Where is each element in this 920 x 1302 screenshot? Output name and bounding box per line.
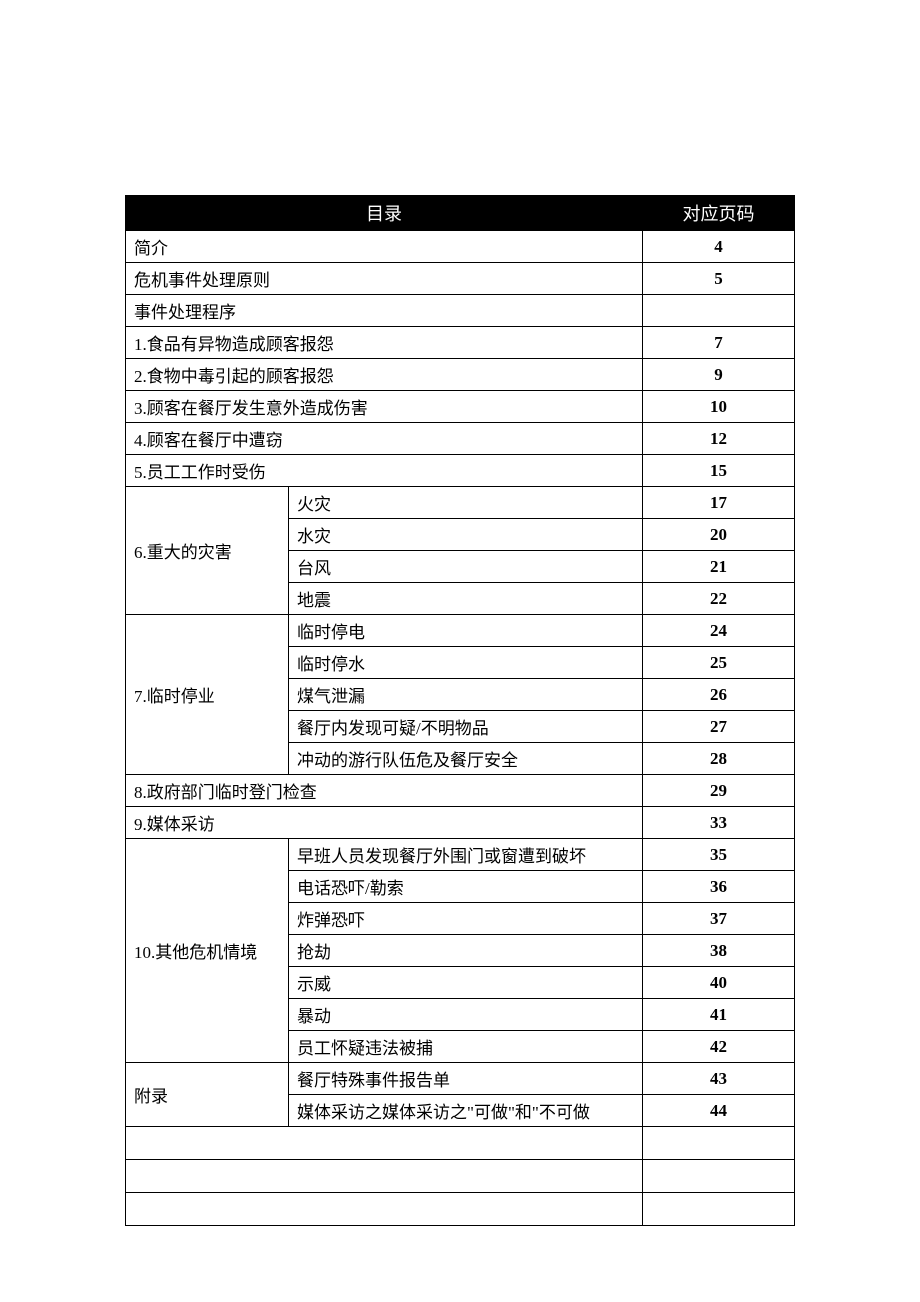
toc-label: 3.顾客在餐厅发生意外造成伤害 (126, 391, 643, 423)
toc-label: 2.食物中毒引起的顾客报怨 (126, 359, 643, 391)
toc-group-label: 6.重大的灾害 (126, 487, 289, 615)
toc-sub-label: 水灾 (289, 519, 643, 551)
toc-row (126, 1160, 795, 1193)
toc-label: 8.政府部门临时登门检查 (126, 775, 643, 807)
toc-sub-label: 电话恐吓/勒索 (289, 871, 643, 903)
toc-row: 事件处理程序 (126, 295, 795, 327)
toc-sub-label: 冲动的游行队伍危及餐厅安全 (289, 743, 643, 775)
toc-page: 37 (643, 903, 795, 935)
toc-page: 38 (643, 935, 795, 967)
toc-sub-label: 示威 (289, 967, 643, 999)
toc-group-label: 附录 (126, 1063, 289, 1127)
toc-empty-cell (126, 1127, 643, 1160)
toc-page (643, 295, 795, 327)
toc-body: 简介4危机事件处理原则5事件处理程序1.食品有异物造成顾客报怨72.食物中毒引起… (126, 231, 795, 1226)
toc-sub-label: 员工怀疑违法被捕 (289, 1031, 643, 1063)
toc-page: 41 (643, 999, 795, 1031)
toc-row: 8.政府部门临时登门检查29 (126, 775, 795, 807)
toc-page: 15 (643, 455, 795, 487)
toc-page: 7 (643, 327, 795, 359)
toc-row: 10.其他危机情境早班人员发现餐厅外围门或窗遭到破坏35 (126, 839, 795, 871)
toc-page: 40 (643, 967, 795, 999)
toc-row (126, 1193, 795, 1226)
toc-empty-cell (126, 1193, 643, 1226)
toc-sub-label: 媒体采访之媒体采访之"可做"和"不可做 (289, 1095, 643, 1127)
toc-page: 22 (643, 583, 795, 615)
toc-page: 10 (643, 391, 795, 423)
toc-page: 25 (643, 647, 795, 679)
toc-row: 5.员工工作时受伤15 (126, 455, 795, 487)
toc-row: 6.重大的灾害火灾17 (126, 487, 795, 519)
toc-page: 21 (643, 551, 795, 583)
toc-row (126, 1127, 795, 1160)
toc-row: 7.临时停业临时停电24 (126, 615, 795, 647)
toc-row: 附录餐厅特殊事件报告单43 (126, 1063, 795, 1095)
toc-page: 36 (643, 871, 795, 903)
toc-row: 简介4 (126, 231, 795, 263)
header-page-col: 对应页码 (643, 196, 795, 231)
toc-page: 43 (643, 1063, 795, 1095)
toc-sub-label: 餐厅特殊事件报告单 (289, 1063, 643, 1095)
toc-page: 28 (643, 743, 795, 775)
toc-row: 9.媒体采访33 (126, 807, 795, 839)
toc-empty-page (643, 1160, 795, 1193)
toc-sub-label: 煤气泄漏 (289, 679, 643, 711)
toc-table: 目录 对应页码 简介4危机事件处理原则5事件处理程序1.食品有异物造成顾客报怨7… (125, 195, 795, 1226)
toc-page: 42 (643, 1031, 795, 1063)
toc-label: 4.顾客在餐厅中遭窃 (126, 423, 643, 455)
toc-label: 简介 (126, 231, 643, 263)
toc-page: 20 (643, 519, 795, 551)
toc-row: 3.顾客在餐厅发生意外造成伤害10 (126, 391, 795, 423)
toc-sub-label: 暴动 (289, 999, 643, 1031)
toc-page: 26 (643, 679, 795, 711)
toc-empty-page (643, 1127, 795, 1160)
header-row: 目录 对应页码 (126, 196, 795, 231)
toc-page: 4 (643, 231, 795, 263)
toc-sub-label: 临时停电 (289, 615, 643, 647)
toc-row: 1.食品有异物造成顾客报怨7 (126, 327, 795, 359)
toc-page: 24 (643, 615, 795, 647)
toc-sub-label: 火灾 (289, 487, 643, 519)
toc-sub-label: 临时停水 (289, 647, 643, 679)
toc-sub-label: 地震 (289, 583, 643, 615)
document-page: 目录 对应页码 简介4危机事件处理原则5事件处理程序1.食品有异物造成顾客报怨7… (0, 0, 920, 1226)
toc-page: 44 (643, 1095, 795, 1127)
toc-empty-cell (126, 1160, 643, 1193)
toc-row: 危机事件处理原则5 (126, 263, 795, 295)
toc-sub-label: 台风 (289, 551, 643, 583)
toc-label: 事件处理程序 (126, 295, 643, 327)
toc-sub-label: 炸弹恐吓 (289, 903, 643, 935)
toc-group-label: 7.临时停业 (126, 615, 289, 775)
toc-page: 9 (643, 359, 795, 391)
toc-page: 35 (643, 839, 795, 871)
toc-label: 危机事件处理原则 (126, 263, 643, 295)
toc-row: 4.顾客在餐厅中遭窃12 (126, 423, 795, 455)
toc-label: 5.员工工作时受伤 (126, 455, 643, 487)
toc-page: 27 (643, 711, 795, 743)
toc-row: 2.食物中毒引起的顾客报怨9 (126, 359, 795, 391)
toc-page: 5 (643, 263, 795, 295)
header-title: 目录 (126, 196, 643, 231)
toc-page: 12 (643, 423, 795, 455)
toc-empty-page (643, 1193, 795, 1226)
toc-sub-label: 餐厅内发现可疑/不明物品 (289, 711, 643, 743)
toc-group-label: 10.其他危机情境 (126, 839, 289, 1063)
toc-page: 33 (643, 807, 795, 839)
toc-label: 1.食品有异物造成顾客报怨 (126, 327, 643, 359)
toc-sub-label: 抢劫 (289, 935, 643, 967)
toc-page: 29 (643, 775, 795, 807)
toc-page: 17 (643, 487, 795, 519)
toc-label: 9.媒体采访 (126, 807, 643, 839)
toc-sub-label: 早班人员发现餐厅外围门或窗遭到破坏 (289, 839, 643, 871)
